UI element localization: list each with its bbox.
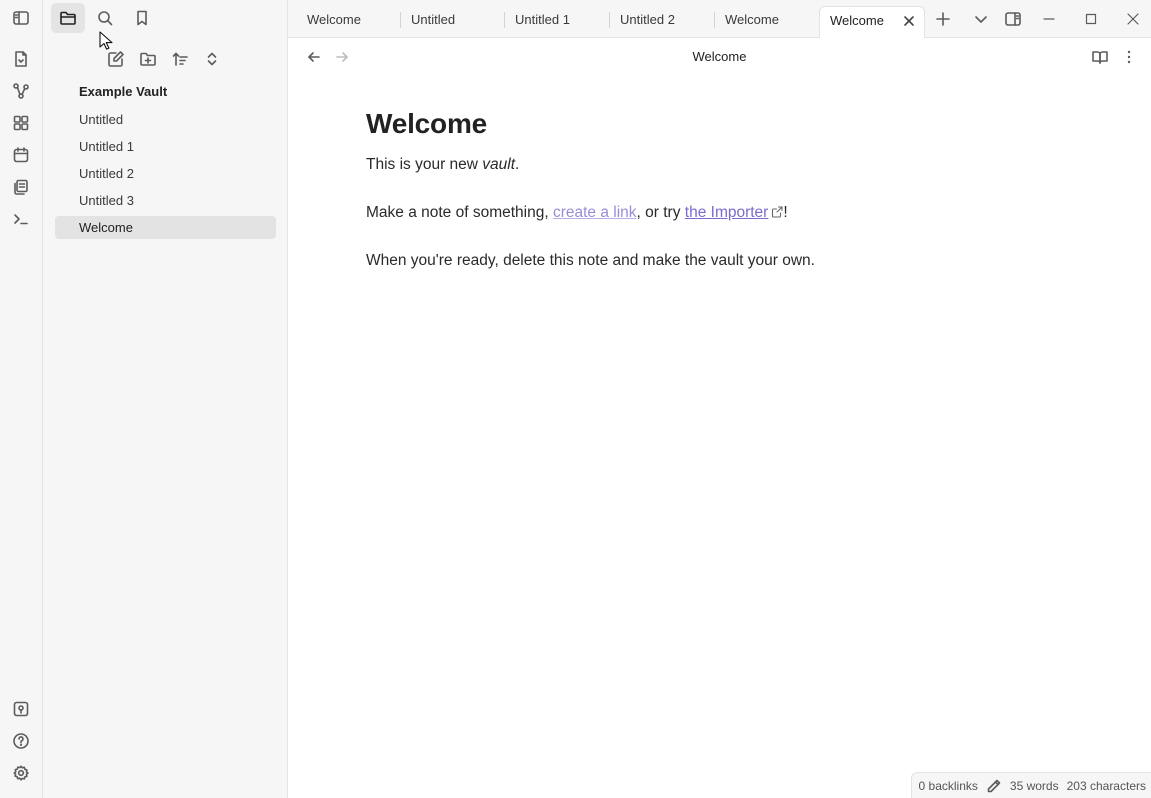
- sidebar-toggle-icon[interactable]: [11, 8, 31, 28]
- sort-order-button[interactable]: [169, 48, 191, 70]
- tab[interactable]: Untitled: [401, 6, 505, 38]
- file-item-active[interactable]: Welcome: [55, 216, 276, 239]
- backlinks-count[interactable]: 0 backlinks: [919, 779, 978, 793]
- tab-bar: Welcome Untitled Untitled 1 Untitled 2 W…: [288, 0, 1151, 38]
- canvas-icon[interactable]: [11, 113, 31, 133]
- note-paragraph: When you're ready, delete this note and …: [366, 252, 815, 269]
- mouse-cursor-icon: [99, 31, 113, 51]
- file-explorer-sidebar: Example Vault Untitled Untitled 1 Untitl…: [43, 0, 288, 798]
- close-tab-icon[interactable]: [902, 14, 916, 28]
- reading-view-book-icon[interactable]: [1091, 48, 1109, 66]
- minimize-icon[interactable]: [1039, 9, 1059, 29]
- tab[interactable]: Welcome: [297, 6, 401, 38]
- open-quick-switcher-icon[interactable]: [11, 49, 31, 69]
- help-icon[interactable]: [11, 731, 31, 751]
- tab-list-chevron-down-icon[interactable]: [971, 9, 991, 29]
- ribbon: [0, 0, 43, 798]
- new-note-button[interactable]: [105, 48, 127, 70]
- graph-view-icon[interactable]: [11, 81, 31, 101]
- file-item[interactable]: Untitled 2: [55, 162, 276, 185]
- file-item[interactable]: Untitled 1: [55, 135, 276, 158]
- note-content[interactable]: Welcome This is your new vault. Make a n…: [366, 108, 1066, 298]
- tab-label: Welcome: [725, 12, 779, 27]
- tab-label: Untitled: [411, 12, 456, 27]
- tab[interactable]: Welcome: [715, 6, 819, 38]
- tab-label: Welcome: [830, 13, 884, 28]
- expand-collapse-button[interactable]: [201, 48, 223, 70]
- command-palette-icon[interactable]: [11, 209, 31, 229]
- word-count: 35 words: [1009, 778, 1059, 793]
- tab-label: Untitled 2: [620, 12, 675, 27]
- editor-pane: Welcome Welcome This is your new vault. …: [288, 38, 1151, 798]
- file-item[interactable]: Untitled 3: [55, 189, 276, 212]
- settings-icon[interactable]: [11, 763, 31, 783]
- view-header-title[interactable]: Welcome: [288, 49, 1151, 64]
- file-item[interactable]: Untitled: [55, 108, 276, 131]
- tab[interactable]: Untitled 2: [610, 6, 715, 38]
- more-options-icon[interactable]: [1120, 48, 1138, 66]
- note-paragraph: This is your new vault.: [366, 156, 520, 173]
- note-heading: Welcome: [366, 108, 488, 139]
- internal-link[interactable]: create a link: [553, 204, 637, 221]
- files-tab[interactable]: [51, 3, 85, 33]
- tab[interactable]: Untitled 1: [505, 6, 610, 38]
- external-link-icon: [771, 206, 783, 218]
- daily-note-icon[interactable]: [11, 145, 31, 165]
- tab-label: Untitled 1: [515, 12, 570, 27]
- status-bar: 0 backlinks 35 words 203 characters: [910, 772, 1151, 798]
- new-tab-icon[interactable]: [933, 9, 953, 29]
- note-paragraph: Make a note of something, create a link,…: [366, 204, 788, 221]
- search-tab[interactable]: [88, 3, 122, 33]
- right-sidebar-toggle-icon[interactable]: [1003, 9, 1023, 29]
- vault-name[interactable]: Example Vault: [79, 84, 167, 99]
- external-link[interactable]: the Importer: [685, 204, 769, 221]
- character-count: 203 characters: [1066, 778, 1146, 793]
- close-window-icon[interactable]: [1123, 9, 1143, 29]
- tab-label: Welcome: [307, 12, 361, 27]
- templates-icon[interactable]: [11, 177, 31, 197]
- tab-active[interactable]: Welcome: [819, 6, 925, 38]
- vault-switcher-icon[interactable]: [11, 699, 31, 719]
- new-folder-button[interactable]: [137, 48, 159, 70]
- bookmarks-tab[interactable]: [125, 3, 159, 33]
- maximize-icon[interactable]: [1081, 9, 1101, 29]
- edit-mode-pencil-icon[interactable]: [986, 778, 1002, 794]
